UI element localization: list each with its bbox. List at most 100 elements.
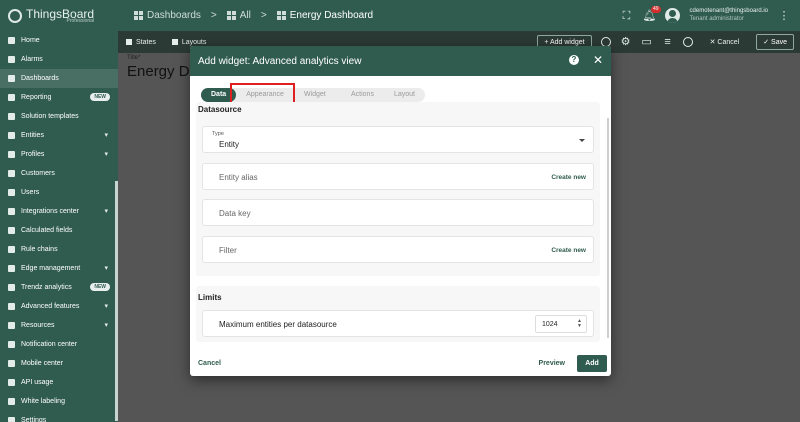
layers-icon [126,39,132,45]
filter-icon[interactable]: ≡ [662,36,674,48]
type-value: Entity [219,140,240,149]
entity-alias-field[interactable]: Entity alias Create new [202,163,594,190]
sidebar-item-api-usage[interactable]: API usage [0,373,118,392]
datasource-title: Datasource [198,105,242,114]
chevron-right-icon: > [210,10,217,21]
tab-actions[interactable]: Actions [341,88,384,102]
sidebar-item-settings[interactable]: Settings [0,411,118,422]
stepper-arrows-icon[interactable]: ▲ ▼ [577,319,582,329]
save-button[interactable]: ✓ Save [756,34,794,50]
filter-create-button[interactable]: Create new [551,247,586,254]
sidebar-item-white-labeling[interactable]: White labeling [0,392,118,411]
chevron-down-icon[interactable]: ▾ [104,264,108,272]
datasource-section: Datasource Type Entity Entity alias Crea… [196,102,600,276]
sidebar-item-label: Dashboards [21,75,59,82]
breadcrumb-current: Energy Dashboard [289,10,374,21]
sidebar-item-calculated-fields[interactable]: Calculated fields [0,221,118,240]
user-info[interactable]: cdemotenant@thingsboard.io Tenant admini… [690,8,768,22]
sidebar-item-notification-center[interactable]: Notification center [0,335,118,354]
dashboard-title[interactable]: Energy Da [127,63,198,80]
sidebar-item-trendz-analytics[interactable]: Trendz analytics NEW [0,278,118,297]
chevron-down-icon [579,139,585,142]
sidebar-item-rule-chains[interactable]: Rule chains [0,240,118,259]
notification-icon [8,341,15,348]
entity-alias-placeholder: Entity alias [219,173,258,182]
chevron-down-icon[interactable]: ▾ [104,207,108,215]
fullscreen-icon[interactable]: ⛶ [621,10,633,22]
sidebar-item-alarms[interactable]: Alarms [0,50,118,69]
sidebar-item-profiles[interactable]: Profiles ▾ [0,145,118,164]
trendz-icon [8,284,15,291]
sidebar-item-label: Edge management [21,265,81,272]
chevron-down-icon[interactable]: ▾ [104,150,108,158]
integrations-icon [8,208,15,215]
preview-button[interactable]: Preview [539,360,565,367]
states-button[interactable]: States [118,39,164,46]
dashboard-title-label: Title* [127,55,141,61]
data-key-field[interactable]: Data key [202,199,594,226]
tools-icon [8,303,15,310]
chevron-down-icon[interactable]: ▾ [104,131,108,139]
dashboard-icon [276,11,286,20]
sidebar-item-label: Integrations center [21,208,79,215]
sidebar-item-reporting[interactable]: Reporting NEW [0,88,118,107]
cancel-button[interactable]: Cancel [198,360,221,367]
breadcrumb-dashboards[interactable]: Dashboards [147,10,201,21]
max-entities-field: Maximum entities per datasource 1024 ▲ ▼ [202,310,594,337]
api-icon [8,379,15,386]
edge-icon [8,265,15,272]
layout-icon [171,39,178,45]
gear-icon[interactable]: ⚙ [620,36,632,48]
sidebar-item-advanced-features[interactable]: Advanced features ▾ [0,297,118,316]
logo-icon [8,8,22,23]
notifications-icon[interactable]: 🔔︎ 49 [643,5,661,22]
sidebar-item-dashboards[interactable]: Dashboards [0,69,118,88]
avatar[interactable] [664,8,680,23]
history-icon[interactable] [682,37,693,47]
sidebar-item-home[interactable]: Home [0,31,118,50]
devices-icon[interactable]: ▭ [641,36,653,48]
help-icon[interactable]: ? [568,55,579,65]
cancel-edit-button[interactable]: ✕ Cancel [702,38,748,47]
tab-layout[interactable]: Layout [384,88,425,102]
chevron-down-icon[interactable]: ▾ [104,321,108,329]
sidebar-item-customers[interactable]: Customers [0,164,118,183]
users-icon [8,189,15,196]
type-label: Type [212,131,224,137]
sidebar-item-integrations-center[interactable]: Integrations center ▾ [0,202,118,221]
sidebar-item-edge-management[interactable]: Edge management ▾ [0,259,118,278]
close-icon: ✕ [709,39,718,46]
cancel-edit-label: Cancel [717,38,740,46]
tab-widget-card[interactable]: Widget card [294,88,341,112]
home-icon [8,37,15,44]
sidebar-item-label: Settings [21,417,47,422]
layouts-button[interactable]: Layouts [164,39,215,46]
logo[interactable]: ThingsBoard Professional [0,0,118,31]
sidebar-item-label: Rule chains [21,246,58,253]
close-icon[interactable]: ✕ [593,54,603,66]
sidebar-item-users[interactable]: Users [0,183,118,202]
dashboard-icon [226,11,236,20]
filter-field[interactable]: Filter Create new [202,236,594,263]
type-select[interactable]: Type Entity [202,126,594,153]
chevron-down-icon[interactable]: ▾ [104,302,108,310]
sidebar: Home Alarms Dashboards Reporting NEW Solution… [0,31,118,422]
breadcrumb-all[interactable]: All [240,10,251,21]
sidebar-item-resources[interactable]: Resources ▾ [0,316,118,335]
more-vert-icon[interactable]: ⋮ [778,10,790,22]
sidebar-item-mobile-center[interactable]: Mobile center [0,354,118,373]
function-icon [8,227,15,234]
dialog-footer: Cancel Preview Add [190,346,611,376]
sidebar-item-solution-templates[interactable]: Solution templates [0,107,118,126]
sidebar-item-label: Solution templates [21,113,79,120]
dialog-scrollbar[interactable] [607,118,609,338]
save-label: Save [771,39,787,46]
layouts-label: Layouts [181,38,207,46]
sidebar-item-label: Alarms [21,56,43,63]
states-label: States [136,38,156,46]
max-entities-input[interactable]: 1024 ▲ ▼ [535,315,587,333]
sidebar-item-entities[interactable]: Entities ▾ [0,126,118,145]
add-button[interactable]: Add [577,355,607,372]
entity-alias-create-button[interactable]: Create new [551,174,586,181]
max-entities-value: 1024 [542,321,558,328]
